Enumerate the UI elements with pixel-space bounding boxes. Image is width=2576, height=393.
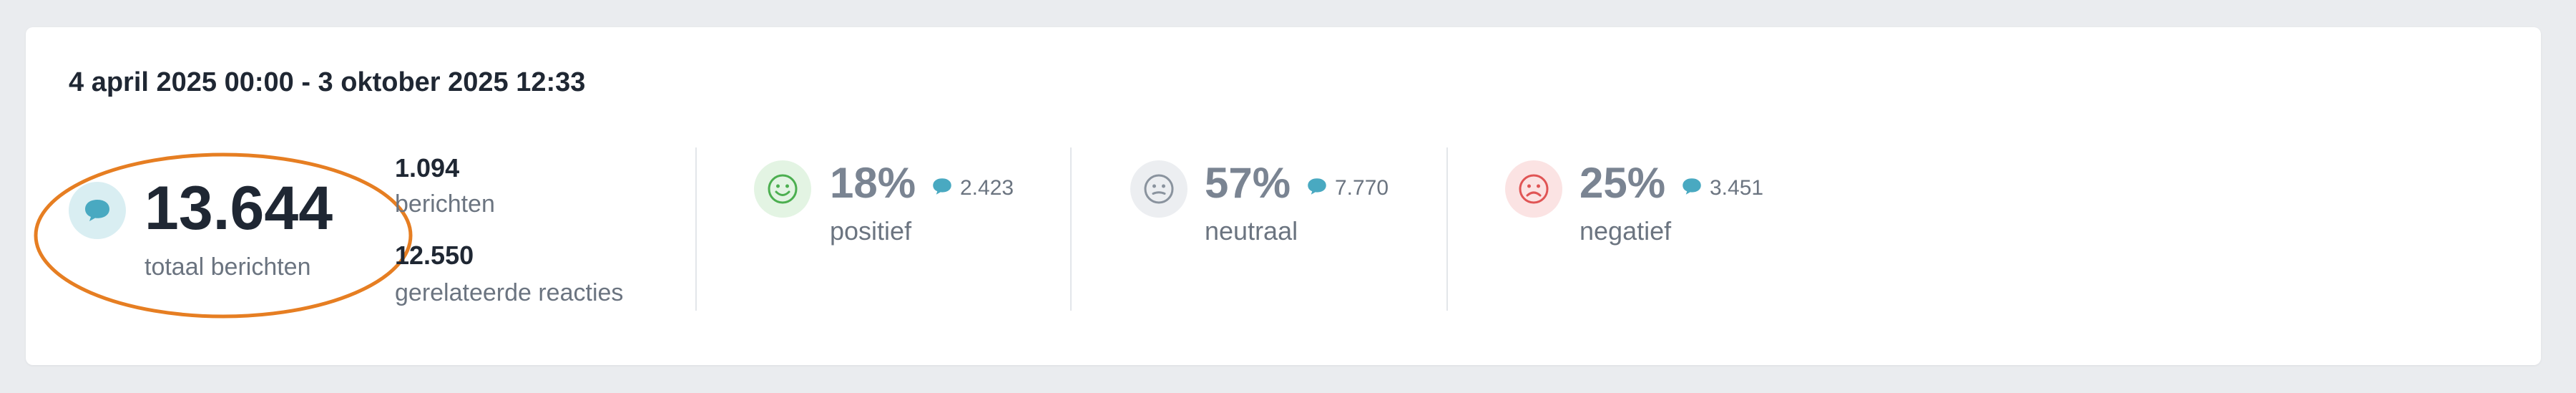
smiley-neutral-icon [1130, 160, 1187, 218]
neutral-count-value: 7.770 [1335, 176, 1389, 200]
neutral-label: neutraal [1205, 216, 1298, 246]
posts-count-value: 1.094 [395, 153, 460, 183]
divider [695, 147, 697, 311]
total-messages-label: totaal berichten [145, 253, 311, 281]
speech-bubble-icon [1681, 177, 1703, 200]
smiley-happy-icon [754, 160, 811, 218]
positive-percent: 18% [830, 159, 916, 207]
divider [1446, 147, 1448, 311]
speech-bubble-icon [1306, 177, 1328, 200]
divider [1070, 147, 1072, 311]
negative-percent: 25% [1580, 159, 1666, 207]
smiley-sad-icon [1505, 160, 1562, 218]
posts-count-label: berichten [395, 190, 495, 218]
reactions-count-label: gerelateerde reacties [395, 279, 624, 306]
positive-count-value: 2.423 [960, 176, 1014, 200]
negative-count-value: 3.451 [1710, 176, 1764, 200]
negative-label: negatief [1580, 216, 1672, 246]
stats-card: 4 april 2025 00:00 - 3 oktober 2025 12:3… [26, 27, 2541, 365]
total-messages-value: 13.644 [145, 174, 333, 243]
neutral-count: 7.770 [1306, 176, 1389, 200]
speech-bubble-icon [69, 182, 126, 239]
positive-count: 2.423 [931, 176, 1014, 200]
speech-bubble-icon [931, 177, 953, 200]
date-range-title: 4 april 2025 00:00 - 3 oktober 2025 12:3… [69, 67, 586, 97]
neutral-percent: 57% [1205, 159, 1291, 207]
reactions-count-value: 12.550 [395, 241, 474, 270]
positive-label: positief [830, 216, 912, 246]
negative-count: 3.451 [1681, 176, 1763, 200]
